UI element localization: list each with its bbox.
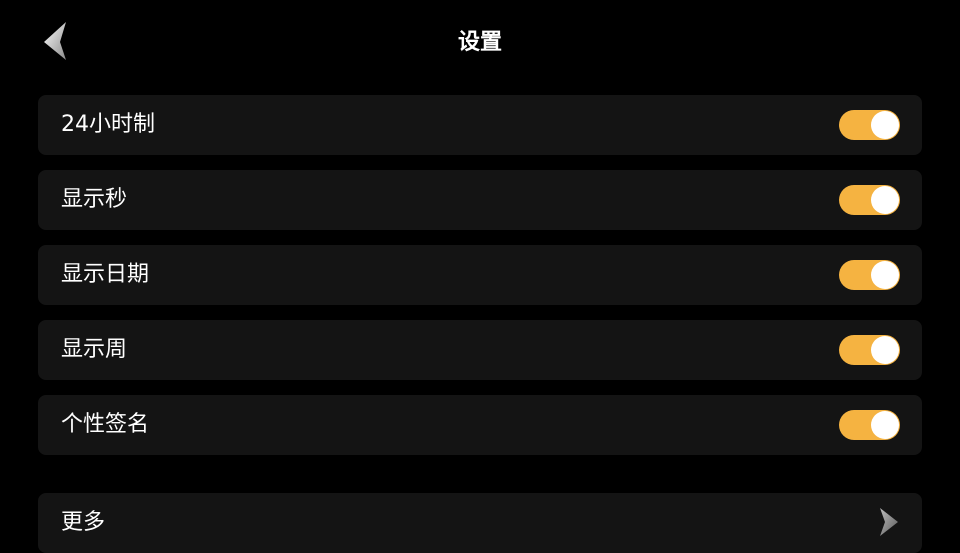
toggle-show-seconds[interactable] [839, 185, 900, 215]
more-label: 更多 [61, 510, 106, 535]
toggle-signature[interactable] [839, 410, 900, 440]
setting-label: 24小时制 [61, 112, 155, 137]
setting-row-signature[interactable]: 个性签名 [38, 395, 922, 455]
toggle-24-hour[interactable] [839, 110, 900, 140]
setting-row-24-hour[interactable]: 24小时制 [38, 95, 922, 155]
header-bar: 设置 [0, 0, 960, 86]
setting-row-show-seconds[interactable]: 显示秒 [38, 170, 922, 230]
toggle-knob [871, 411, 899, 439]
setting-row-show-week[interactable]: 显示周 [38, 320, 922, 380]
toggle-show-date[interactable] [839, 260, 900, 290]
setting-row-show-date[interactable]: 显示日期 [38, 245, 922, 305]
setting-label: 显示周 [61, 337, 128, 362]
toggle-knob [871, 261, 899, 289]
setting-label: 显示日期 [61, 262, 150, 287]
settings-list: 24小时制 显示秒 显示日期 显示周 个性签名 [38, 95, 922, 470]
setting-label: 显示秒 [61, 187, 128, 212]
toggle-knob [871, 111, 899, 139]
chevron-right-icon [880, 508, 898, 536]
toggle-knob [871, 186, 899, 214]
setting-label: 个性签名 [61, 412, 150, 437]
page-title: 设置 [457, 30, 502, 55]
toggle-knob [871, 336, 899, 364]
toggle-show-week[interactable] [839, 335, 900, 365]
more-row[interactable]: 更多 [38, 493, 922, 553]
